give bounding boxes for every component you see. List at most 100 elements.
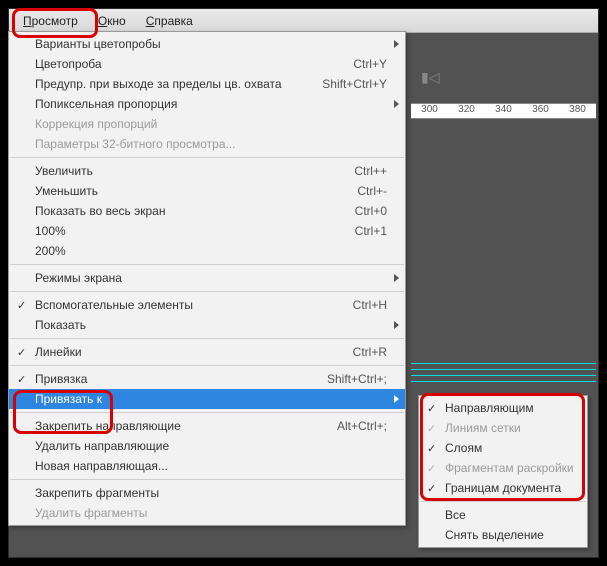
menu-item[interactable]: Показать во весь экранCtrl+0 (9, 201, 405, 221)
menu-item: Коррекция пропорций (9, 114, 405, 134)
ruler-tick: 320 (448, 104, 485, 118)
menu-item-label: Удалить направляющие (35, 439, 387, 453)
menu-shortcut: Ctrl+H (353, 298, 387, 312)
check-icon: ✓ (17, 346, 26, 359)
menu-item-label: Закрепить фрагменты (35, 486, 387, 500)
menu-item[interactable]: ✓ ЛинейкиCtrl+R (9, 342, 405, 362)
snap-to-submenu: ✓ Направляющим ✓ Линиям сетки ✓ Слоям ✓ Фрагмен… (418, 395, 588, 548)
menu-separator (10, 291, 404, 292)
menu-item: Параметры 32-битного просмотра... (9, 134, 405, 154)
submenu-item: ✓ Линиям сетки (419, 418, 587, 438)
submenu-item[interactable]: ✓ Границам документа (419, 478, 587, 498)
submenu-item-label: Линиям сетки (445, 421, 577, 435)
menu-shortcut: Ctrl+Y (353, 57, 387, 71)
menu-shortcut: Alt+Ctrl+; (337, 419, 387, 433)
menu-item-label: Привязать к (35, 392, 387, 406)
menu-item[interactable]: ✓ Вспомогательные элементыCtrl+H (9, 295, 405, 315)
menu-item: Удалить фрагменты (9, 503, 405, 523)
check-icon: ✓ (17, 373, 26, 386)
ruler-tick: 300 (411, 104, 448, 118)
menu-item-label: Показать (35, 318, 387, 332)
menu-item-label: Вспомогательные элементы (35, 298, 353, 312)
submenu-item[interactable]: Все (419, 505, 587, 525)
menu-item-label: Цветопроба (35, 57, 353, 71)
menu-separator (10, 412, 404, 413)
menu-shortcut: Shift+Ctrl+; (327, 372, 387, 386)
check-icon: ✓ (427, 442, 436, 455)
ruler-tick: 380 (559, 104, 596, 118)
menu-item[interactable]: Удалить направляющие (9, 436, 405, 456)
menubar: Просмотр Окно Справка (9, 9, 598, 33)
submenu-item-label: Направляющим (445, 401, 577, 415)
menu-item[interactable]: 200% (9, 241, 405, 261)
menu-item-label: Варианты цветопробы (35, 37, 387, 51)
menu-item-label: Показать во весь экран (35, 204, 355, 218)
view-menu: Варианты цветопробы ЦветопробаCtrl+Y Преду… (8, 31, 406, 526)
menu-separator (10, 479, 404, 480)
menu-item[interactable]: ЦветопробаCtrl+Y (9, 54, 405, 74)
submenu-item-label: Фрагментам раскройки (445, 461, 577, 475)
menu-shortcut: Ctrl++ (354, 164, 387, 178)
submenu-item: ✓ Фрагментам раскройки (419, 458, 587, 478)
check-icon: ✓ (427, 402, 436, 415)
menu-shortcut: Ctrl+- (357, 184, 387, 198)
menu-separator (10, 157, 404, 158)
check-icon: ✓ (427, 482, 436, 495)
check-icon: ✓ (427, 462, 436, 475)
guides (411, 363, 596, 395)
chevron-right-icon (394, 321, 399, 329)
menu-item[interactable]: 100%Ctrl+1 (9, 221, 405, 241)
chevron-right-icon (394, 100, 399, 108)
menu-shortcut: Shift+Ctrl+Y (322, 77, 387, 91)
ruler: 300320340360380 (411, 103, 596, 119)
menu-item[interactable]: Предупр. при выходе за пределы цв. охват… (9, 74, 405, 94)
menu-item[interactable]: УвеличитьCtrl++ (9, 161, 405, 181)
menu-item[interactable]: Попиксельная пропорция (9, 94, 405, 114)
menu-item-label: Уменьшить (35, 184, 357, 198)
submenu-item[interactable]: ✓ Направляющим (419, 398, 587, 418)
submenu-item-label: Все (445, 508, 577, 522)
ruler-tick: 360 (522, 104, 559, 118)
menu-item-label: Увеличить (35, 164, 354, 178)
menu-separator (10, 365, 404, 366)
menu-item-label: Попиксельная пропорция (35, 97, 387, 111)
menu-item[interactable]: Привязать к (9, 389, 405, 409)
menubar-help[interactable]: Справка (136, 11, 203, 31)
menu-item[interactable]: Закрепить фрагменты (9, 483, 405, 503)
submenu-item-label: Слоям (445, 441, 577, 455)
menu-item[interactable]: Показать (9, 315, 405, 335)
menu-item-label: Режимы экрана (35, 271, 387, 285)
chevron-right-icon (394, 40, 399, 48)
submenu-item-label: Границам документа (445, 481, 577, 495)
menu-item-label: Линейки (35, 345, 353, 359)
menu-item[interactable]: Закрепить направляющиеAlt+Ctrl+; (9, 416, 405, 436)
camera-icon[interactable]: ▮◁ (421, 69, 439, 86)
menu-item[interactable]: Режимы экрана (9, 268, 405, 288)
menu-item-label: Параметры 32-битного просмотра... (35, 137, 387, 151)
check-icon: ✓ (427, 422, 436, 435)
menu-item[interactable]: Варианты цветопробы (9, 34, 405, 54)
menu-separator (10, 338, 404, 339)
menubar-view[interactable]: Просмотр (13, 11, 88, 31)
menu-item-label: Предупр. при выходе за пределы цв. охват… (35, 77, 322, 91)
menu-item-label: Привязка (35, 372, 327, 386)
menu-shortcut: Ctrl+1 (355, 224, 387, 238)
ruler-tick: 340 (485, 104, 522, 118)
menu-item-label: Удалить фрагменты (35, 506, 387, 520)
submenu-item[interactable]: Снять выделение (419, 525, 587, 545)
menu-item-label: 100% (35, 224, 355, 238)
menu-separator (10, 264, 404, 265)
menu-item[interactable]: ✓ ПривязкаShift+Ctrl+; (9, 369, 405, 389)
chevron-right-icon (394, 274, 399, 282)
check-icon: ✓ (17, 299, 26, 312)
submenu-item[interactable]: ✓ Слоям (419, 438, 587, 458)
menu-item[interactable]: УменьшитьCtrl+- (9, 181, 405, 201)
submenu-item-label: Снять выделение (445, 528, 577, 542)
menu-item-label: Закрепить направляющие (35, 419, 337, 433)
menu-item-label: Новая направляющая... (35, 459, 387, 473)
menu-item[interactable]: Новая направляющая... (9, 456, 405, 476)
menu-shortcut: Ctrl+R (353, 345, 387, 359)
menubar-window[interactable]: Окно (88, 11, 136, 31)
chevron-right-icon (394, 395, 399, 403)
menu-item-label: Коррекция пропорций (35, 117, 387, 131)
